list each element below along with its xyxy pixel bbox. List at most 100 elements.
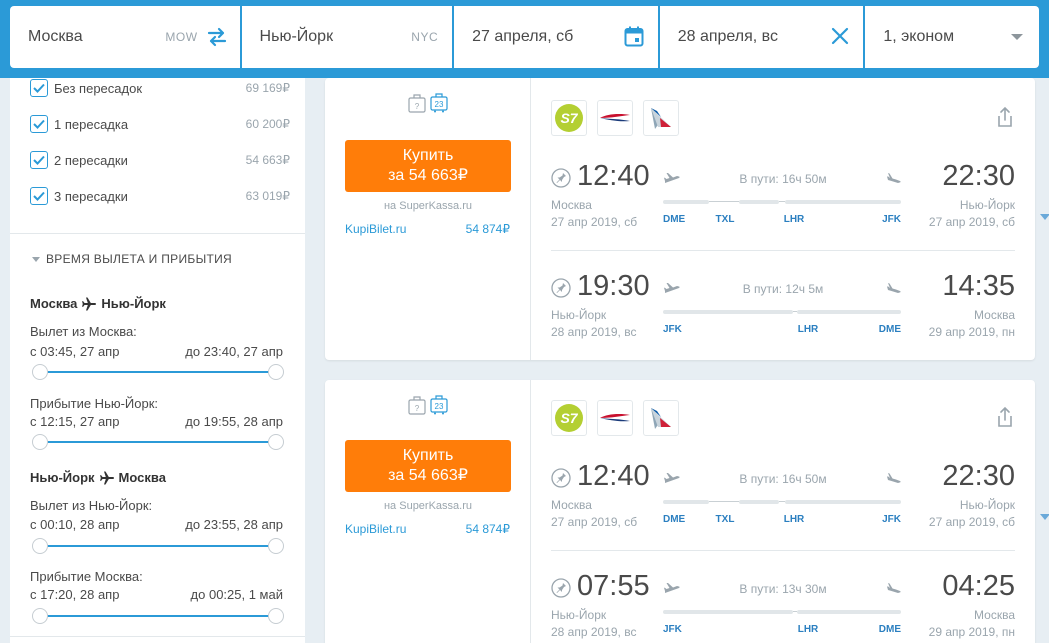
departure-date: 27 апр 2019, сб — [551, 515, 638, 529]
arrival-city: Москва — [974, 308, 1015, 322]
share-icon[interactable] — [995, 106, 1015, 128]
inbound-arrival-label: Прибытие Москва: — [30, 569, 143, 584]
depart-date-value: 27 апреля, сб — [472, 28, 574, 45]
slider-handle-max[interactable] — [268, 434, 284, 450]
departure-time: 19:30 — [577, 270, 650, 302]
landing-icon — [887, 473, 901, 483]
stop-filter-price: 54 663₽ — [245, 153, 290, 167]
slider-handle-min[interactable] — [32, 434, 48, 450]
alt-agent-link[interactable]: KupiBilet.ru — [345, 222, 406, 236]
ticket-buy-column: ? 23 Купить за 54 663₽ на SuperKassa.ru … — [325, 78, 531, 360]
slider-handle-min[interactable] — [32, 538, 48, 554]
inbound-departure-slider[interactable] — [32, 538, 284, 554]
return-date-field[interactable]: 28 апреля, вс — [659, 6, 864, 68]
airport-codes: DME TXL LHR JFK — [663, 514, 901, 528]
outbound-departure-slider[interactable] — [32, 364, 284, 380]
flight-segment: 07:55 Нью-Йорк 28 апр 2019, вс В пути: 1… — [551, 570, 1015, 643]
airport-code: TXL — [715, 214, 735, 225]
pin-icon[interactable] — [551, 168, 571, 188]
stop-filter-0[interactable]: Без пересадок 69 169₽ — [30, 78, 290, 98]
buy-label: Купить — [402, 147, 454, 164]
chevron-down-icon — [32, 256, 40, 262]
checkbox[interactable] — [30, 187, 48, 205]
outbound-departure-from: с 03:45, 27 апр — [30, 344, 120, 359]
swap-icon[interactable] — [206, 26, 228, 48]
airport-codes: JFK LHR DME — [663, 324, 901, 338]
slider-handle-max[interactable] — [268, 364, 284, 380]
close-icon[interactable] — [831, 27, 849, 45]
flight-leg-bar — [663, 610, 793, 614]
expand-ticket-icon[interactable] — [1040, 514, 1049, 520]
check-icon — [33, 191, 45, 201]
stop-filter-1[interactable]: 1 пересадка 60 200₽ — [30, 114, 290, 134]
search-form: Москва MOW Нью-Йорк NYC 27 апреля, сб 28… — [10, 6, 1039, 68]
pin-icon[interactable] — [551, 468, 571, 488]
inbound-arrival-to: до 00:25, 1 май — [190, 587, 283, 602]
flight-duration: В пути: 16ч 50м — [739, 172, 827, 186]
flight-duration: В пути: 16ч 50м — [739, 472, 827, 486]
stop-filter-label: 3 пересадки — [54, 188, 128, 204]
slider-handle-min[interactable] — [32, 608, 48, 624]
flight-leg-bar — [785, 200, 901, 204]
airport-code: DME — [878, 324, 901, 335]
buy-button[interactable]: Купить за 54 663₽ — [345, 140, 511, 192]
departure-city: Москва — [551, 198, 592, 212]
airport-code: JFK — [663, 624, 682, 635]
route-timeline — [663, 498, 901, 504]
airport-code: LHR — [797, 624, 819, 635]
airline-logos: S7 — [551, 100, 679, 136]
share-icon[interactable] — [995, 406, 1015, 428]
landing-icon — [887, 283, 901, 293]
pin-icon[interactable] — [551, 278, 571, 298]
baggage-info: ? 23 — [408, 395, 448, 415]
baggage-unknown: ? — [415, 102, 420, 111]
baggage-unknown: ? — [415, 404, 420, 413]
arrival-time: 04:25 — [942, 570, 1015, 602]
flight-segment: 19:30 Нью-Йорк 28 апр 2019, вс В пути: 1… — [551, 270, 1015, 360]
slider-handle-max[interactable] — [268, 608, 284, 624]
baggage-icon: 23 — [430, 93, 448, 113]
alt-agent-link[interactable]: KupiBilet.ru — [345, 522, 406, 536]
buy-button[interactable]: Купить за 54 663₽ — [345, 440, 511, 492]
airport-codes: JFK LHR DME — [663, 624, 901, 638]
checkbox[interactable] — [30, 115, 48, 133]
calendar-icon[interactable] — [624, 26, 644, 47]
pin-icon[interactable] — [551, 578, 571, 598]
stop-filter-2[interactable]: 2 пересадки 54 663₽ — [30, 150, 290, 170]
airport-code: DME — [878, 624, 901, 635]
inbound-arrival-slider[interactable] — [32, 608, 284, 624]
expand-ticket-icon[interactable] — [1040, 214, 1049, 220]
departure-date: 28 апр 2019, вс — [551, 625, 637, 639]
time-filter-header[interactable]: ВРЕМЯ ВЫЛЕТА И ПРИБЫТИЯ — [32, 252, 232, 266]
airport-code: DME — [663, 514, 686, 525]
depart-date-field[interactable]: 27 апреля, сб — [454, 6, 658, 68]
route-to: Нью-Йорк — [101, 296, 166, 311]
inbound-departure-to: до 23:55, 28 апр — [185, 517, 283, 532]
destination-field[interactable]: Нью-Йорк NYC — [241, 6, 453, 68]
svg-text:S7: S7 — [560, 410, 578, 426]
landing-icon — [887, 173, 901, 183]
british-airways-logo — [597, 400, 633, 436]
checkbox[interactable] — [30, 79, 48, 97]
slider-handle-max[interactable] — [268, 538, 284, 554]
arrival-date: 29 апр 2019, пн — [928, 625, 1015, 639]
slider-track — [40, 441, 276, 443]
outbound-departure-to: до 23:40, 27 апр — [185, 344, 283, 359]
buy-price: за 54 663₽ — [388, 467, 468, 484]
arrival-city: Москва — [974, 608, 1015, 622]
arrival-city: Нью-Йорк — [959, 198, 1015, 212]
passengers-field[interactable]: 1, эконом — [865, 6, 1039, 68]
arrival-city: Нью-Йорк — [959, 498, 1015, 512]
alt-agent-price[interactable]: 54 874₽ — [466, 522, 510, 536]
outbound-arrival-slider[interactable] — [32, 434, 284, 450]
slider-handle-min[interactable] — [32, 364, 48, 380]
stop-filter-label: Без пересадок — [54, 80, 143, 96]
airport-code: TXL — [715, 514, 735, 525]
checkbox[interactable] — [30, 151, 48, 169]
stop-filter-3[interactable]: 3 пересадки 63 019₽ — [30, 186, 290, 206]
flight-segment: 12:40 Москва 27 апр 2019, сб В пути: 16ч… — [551, 160, 1015, 250]
svg-text:S7: S7 — [560, 110, 578, 126]
check-icon — [33, 155, 45, 165]
alt-agent-price[interactable]: 54 874₽ — [466, 222, 510, 236]
origin-field[interactable]: Москва MOW — [10, 6, 240, 68]
